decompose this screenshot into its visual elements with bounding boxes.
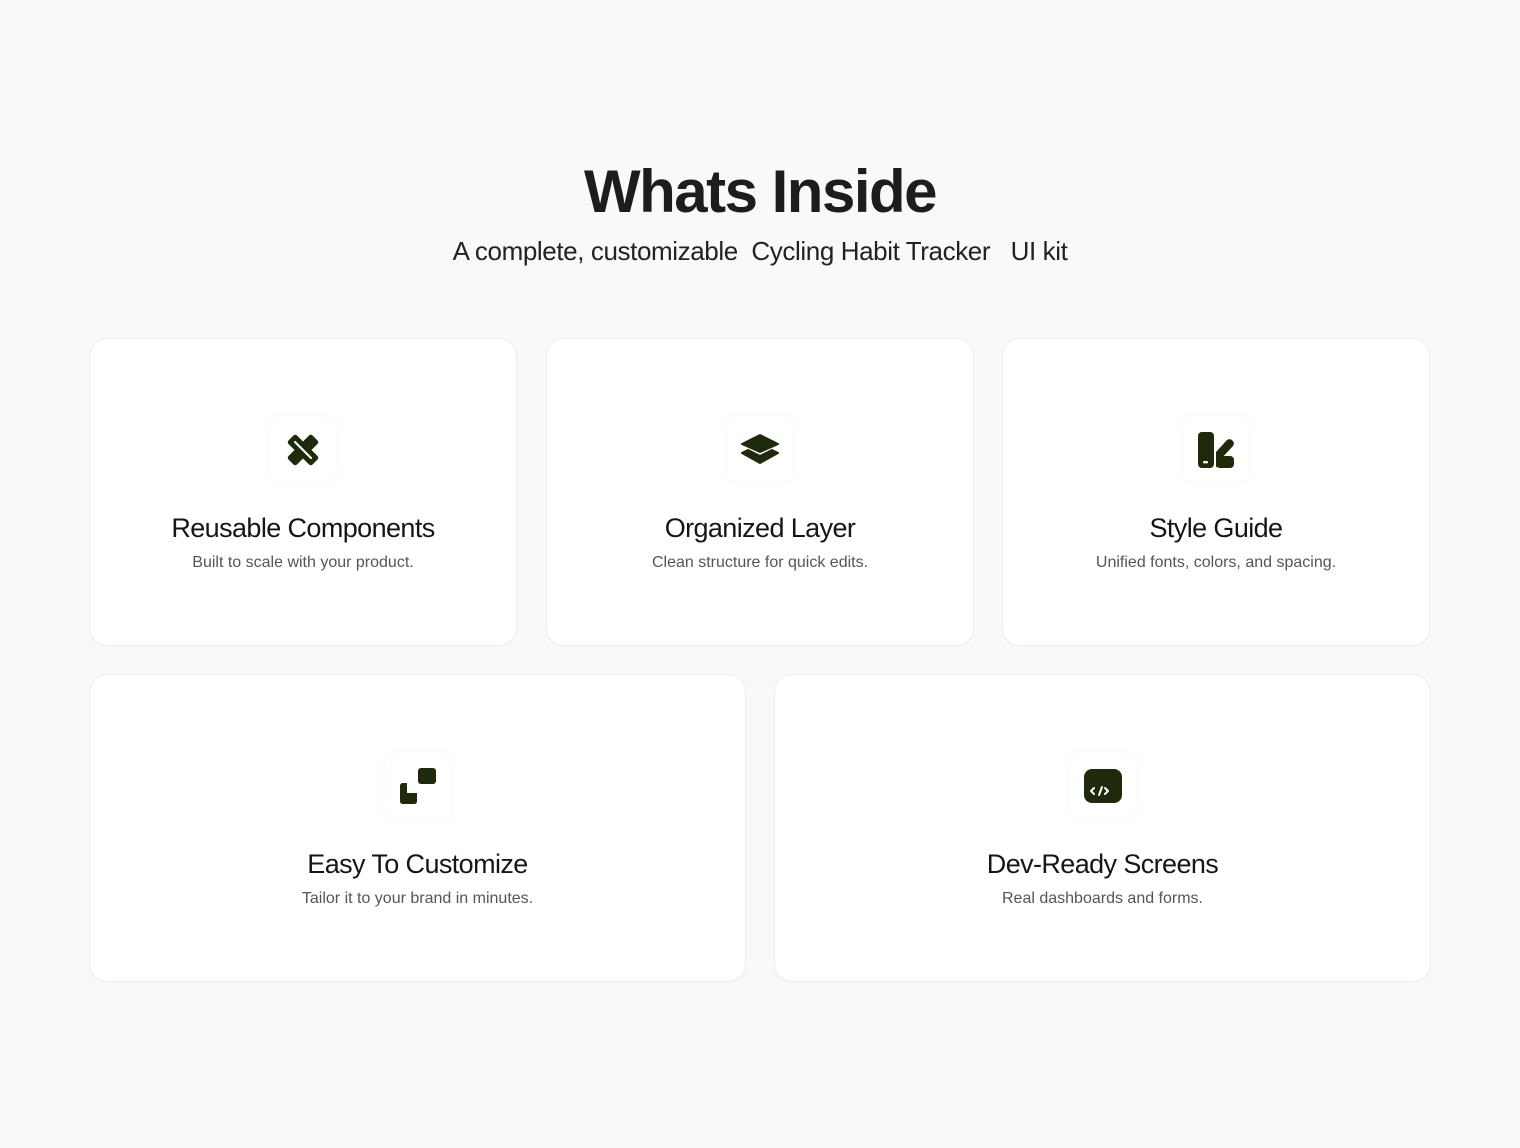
feature-description: Real dashboards and forms. xyxy=(1002,890,1203,907)
feature-card-style-guide: Style Guide Unified fonts, colors, and s… xyxy=(1002,338,1430,646)
layers-icon xyxy=(727,417,793,483)
feature-card-dev-ready-screens: Dev-Ready Screens Real dashboards and fo… xyxy=(774,674,1431,982)
feature-description: Tailor it to your brand in minutes. xyxy=(301,890,534,907)
feature-title: Style Guide xyxy=(1149,513,1284,543)
pencil-ruler-icon xyxy=(270,417,336,483)
feature-title: Organized Layer xyxy=(664,513,856,543)
page-title: Whats Inside xyxy=(583,158,938,225)
feature-card-easy-to-customize: Easy To Customize Tailor it to your bran… xyxy=(89,674,746,982)
feature-title: Easy To Customize xyxy=(307,849,528,879)
feature-title: Reusable Components xyxy=(171,513,435,543)
feature-title: Dev-Ready Screens xyxy=(986,849,1219,879)
color-swatch-icon xyxy=(1183,417,1249,483)
feature-description: Built to scale with your product. xyxy=(192,554,414,571)
whats-inside-section: Whats Inside A complete, customizable Cy… xyxy=(0,0,1520,1148)
section-header: Whats Inside A complete, customizable Cy… xyxy=(0,158,1520,268)
page-subtitle: A complete, customizable Cycling Habit T… xyxy=(452,236,1068,266)
resize-squares-icon xyxy=(384,753,451,819)
feature-card-reusable-components: Reusable Components Built to scale with … xyxy=(89,338,517,646)
code-screen-icon xyxy=(1069,753,1136,819)
feature-description: Clean structure for quick edits. xyxy=(651,554,869,571)
feature-card-organized-layer: Organized Layer Clean structure for quic… xyxy=(546,338,974,646)
feature-description: Unified fonts, colors, and spacing. xyxy=(1095,554,1337,571)
